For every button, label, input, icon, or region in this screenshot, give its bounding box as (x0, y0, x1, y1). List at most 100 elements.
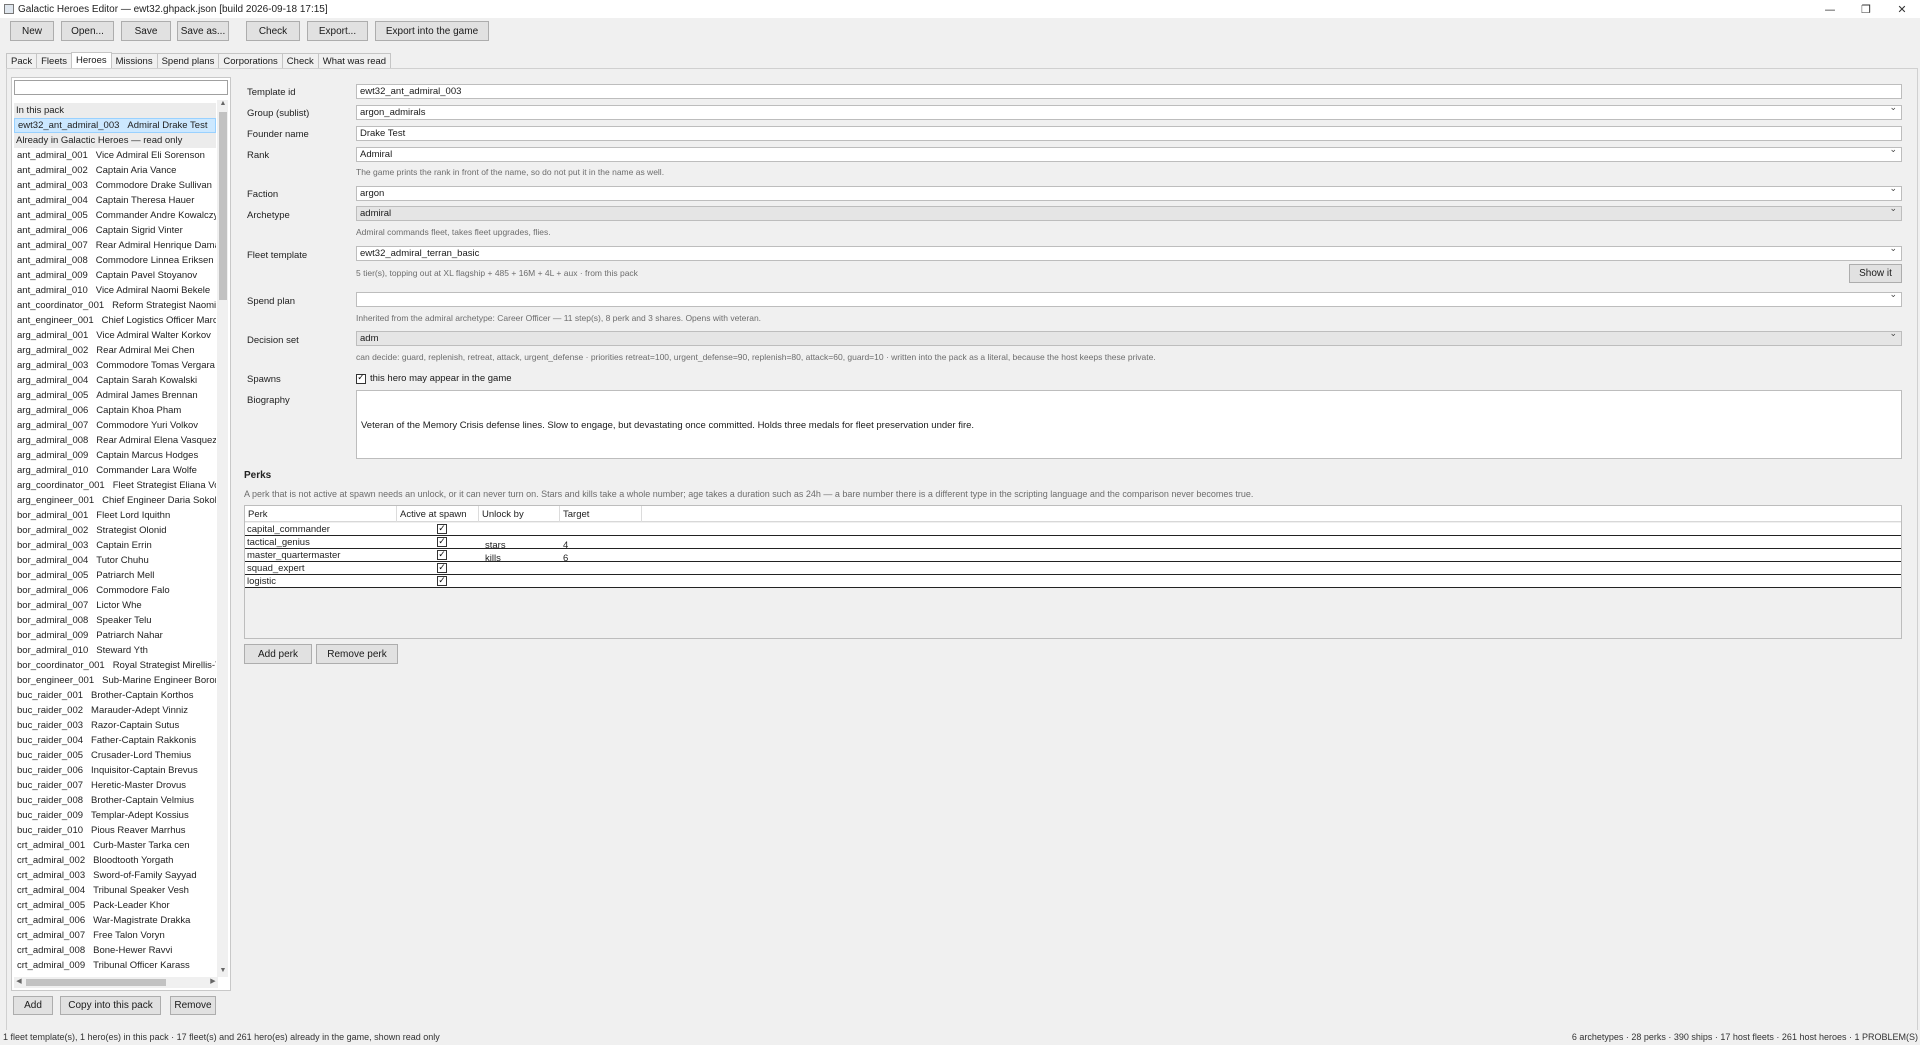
copy-into-pack-button[interactable]: Copy into this pack (60, 996, 161, 1015)
hero-list-item[interactable]: bor_coordinator_001 Royal Strategist Mire… (14, 658, 216, 673)
perk-active-checkbox[interactable]: ✓ (437, 524, 447, 534)
hero-list-item[interactable]: arg_admiral_001 Vice Admiral Walter Korko… (14, 328, 216, 343)
hero-list-item[interactable]: arg_admiral_005 Admiral James Brennan (14, 388, 216, 403)
perk-name-cell[interactable]: master_quartermaster (245, 549, 397, 561)
perk-active-checkbox[interactable]: ✓ (437, 563, 447, 573)
hero-list-item[interactable]: crt_admiral_007 Free Talon Voryn (14, 928, 216, 943)
tab-spend-plans[interactable]: Spend plans (156, 53, 220, 68)
tab-fleets[interactable]: Fleets (36, 53, 72, 68)
hero-list-item[interactable]: buc_raider_003 Razor-Captain Sutus (14, 718, 216, 733)
check-button[interactable]: Check (246, 21, 300, 41)
hero-list-item[interactable]: bor_admiral_004 Tutor Chuhu (14, 553, 216, 568)
spend-plan-select[interactable] (356, 290, 1902, 307)
minimize-button[interactable]: — (1812, 0, 1848, 18)
rank-select[interactable]: Admiral (356, 145, 1902, 162)
column-header-perk[interactable]: Perk (245, 506, 397, 522)
column-header-target[interactable]: Target (560, 506, 642, 522)
new-button[interactable]: New (10, 21, 54, 41)
hero-list-item[interactable]: bor_admiral_010 Steward Yth (14, 643, 216, 658)
archetype-select[interactable]: admiral (356, 204, 1902, 221)
perk-active-cell[interactable]: ✓ (435, 562, 455, 574)
hero-list-item[interactable]: arg_admiral_007 Commodore Yuri Volkov (14, 418, 216, 433)
template-id-field[interactable]: ewt32_ant_admiral_003 (356, 84, 1902, 99)
hero-list-item[interactable]: crt_admiral_009 Tribunal Officer Karass (14, 958, 216, 973)
hero-list-item[interactable]: buc_raider_010 Pious Reaver Marrhus (14, 823, 216, 838)
perk-target-cell[interactable] (560, 578, 642, 590)
hero-list-item[interactable]: buc_raider_001 Brother-Captain Korthos (14, 688, 216, 703)
hero-list-item[interactable]: ewt32_ant_admiral_003 Admiral Drake Test (14, 118, 216, 133)
hero-list-item[interactable]: arg_coordinator_001 Fleet Strategist Elia… (14, 478, 216, 493)
remove-perk-button[interactable]: Remove perk (316, 644, 398, 664)
hero-list-item[interactable]: crt_admiral_001 Curb-Master Tarka cen (14, 838, 216, 853)
perk-unlock-cell[interactable] (479, 578, 560, 590)
hero-list-item[interactable]: buc_raider_009 Templar-Adept Kossius (14, 808, 216, 823)
hero-list-item[interactable]: bor_admiral_003 Captain Errin (14, 538, 216, 553)
hero-list-item[interactable]: buc_raider_008 Brother-Captain Velmius (14, 793, 216, 808)
export-into-game-button[interactable]: Export into the game (375, 21, 489, 41)
scrollbar-thumb[interactable] (219, 112, 227, 300)
perks-table[interactable]: Perk Active at spawn Unlock by Target ca… (244, 505, 1902, 639)
hero-list-item[interactable]: bor_admiral_001 Fleet Lord Iquithn (14, 508, 216, 523)
hero-list-item[interactable]: bor_admiral_007 Lictor Whe (14, 598, 216, 613)
perk-name-cell[interactable]: capital_commander (245, 523, 397, 535)
scroll-up-icon[interactable]: ▲ (218, 100, 228, 110)
founder-name-field[interactable]: Drake Test (356, 126, 1902, 141)
column-header-unlock[interactable]: Unlock by (479, 506, 560, 522)
hero-list-item[interactable]: ant_admiral_004 Captain Theresa Hauer (14, 193, 216, 208)
maximize-button[interactable]: ❐ (1848, 0, 1884, 18)
hero-list-item[interactable]: ant_admiral_006 Captain Sigrid Vinter (14, 223, 216, 238)
spawns-checkbox-row[interactable]: ✓ this hero may appear in the game (356, 373, 512, 384)
perk-name-cell[interactable]: tactical_genius (245, 536, 397, 548)
hero-list-item[interactable]: crt_admiral_006 War-Magistrate Drakka (14, 913, 216, 928)
hero-list-item[interactable]: buc_raider_002 Marauder-Adept Vinniz (14, 703, 216, 718)
hero-list-item[interactable]: arg_admiral_008 Rear Admiral Elena Vasque… (14, 433, 216, 448)
hero-list-item[interactable]: crt_admiral_002 Bloodtooth Yorgath (14, 853, 216, 868)
hero-list-item[interactable]: ant_admiral_003 Commodore Drake Sullivan (14, 178, 216, 193)
hero-list-item[interactable]: ant_admiral_005 Commander Andre Kowalczyk (14, 208, 216, 223)
add-perk-button[interactable]: Add perk (244, 644, 312, 664)
perk-row[interactable]: master_quartermaster ✓ kills 6 (245, 549, 1901, 564)
tab-corporations[interactable]: Corporations (218, 53, 283, 68)
hero-list-item[interactable]: arg_admiral_009 Captain Marcus Hodges (14, 448, 216, 463)
perk-active-cell[interactable]: ✓ (435, 549, 455, 561)
perk-name-cell[interactable]: logistic (245, 575, 397, 587)
hero-list-item[interactable]: ant_admiral_007 Rear Admiral Henrique Dam… (14, 238, 216, 253)
perk-row[interactable]: squad_expert ✓ (245, 562, 1901, 575)
hero-list-item[interactable]: arg_admiral_003 Commodore Tomas Vergara (14, 358, 216, 373)
perk-active-checkbox[interactable]: ✓ (437, 537, 447, 547)
perk-row[interactable]: logistic ✓ (245, 575, 1901, 588)
hero-list-vertical-scrollbar[interactable]: ▲ ▼ (217, 100, 228, 977)
hero-list-item[interactable]: bor_admiral_002 Strategist Olonid (14, 523, 216, 538)
scroll-down-icon[interactable]: ▼ (218, 967, 228, 977)
hero-list-item[interactable]: ant_admiral_002 Captain Aria Vance (14, 163, 216, 178)
tab-heroes[interactable]: Heroes (71, 52, 112, 68)
hero-list-item[interactable]: crt_admiral_008 Bone-Hewer Ravvi (14, 943, 216, 958)
faction-select[interactable]: argon (356, 184, 1902, 201)
hero-list[interactable]: In this pack ewt32_ant_admiral_003 Admira… (14, 101, 216, 975)
perk-active-cell[interactable]: ✓ (435, 536, 455, 548)
hero-list-item[interactable]: bor_admiral_006 Commodore Falo (14, 583, 216, 598)
close-button[interactable]: ✕ (1884, 0, 1920, 18)
tab-missions[interactable]: Missions (110, 53, 158, 68)
hero-list-item[interactable]: ant_engineer_001 Chief Logistics Officer … (14, 313, 216, 328)
hero-list-item[interactable]: ant_admiral_010 Vice Admiral Naomi Bekele (14, 283, 216, 298)
hero-search-input[interactable] (14, 80, 228, 95)
hero-list-item[interactable]: crt_admiral_004 Tribunal Speaker Vesh (14, 883, 216, 898)
export-button[interactable]: Export... (307, 21, 368, 41)
tab-check[interactable]: Check (281, 53, 319, 68)
remove-hero-button[interactable]: Remove (170, 996, 216, 1015)
perk-active-checkbox[interactable]: ✓ (437, 550, 447, 560)
hero-list-item[interactable]: crt_admiral_005 Pack-Leader Khor (14, 898, 216, 913)
perk-active-cell[interactable]: ✓ (435, 523, 455, 535)
hero-list-item[interactable]: bor_admiral_009 Patriarch Nahar (14, 628, 216, 643)
hero-list-item[interactable]: buc_raider_007 Heretic-Master Drovus (14, 778, 216, 793)
group-select[interactable]: argon_admirals (356, 103, 1902, 120)
show-fleet-template-button[interactable]: Show it (1849, 264, 1902, 283)
decision-set-select[interactable]: adm (356, 329, 1902, 346)
perk-row[interactable]: capital_commander ✓ (245, 523, 1901, 536)
hero-list-item[interactable]: buc_raider_005 Crusader-Lord Themius (14, 748, 216, 763)
hero-list-item[interactable]: buc_raider_004 Father-Captain Rakkonis (14, 733, 216, 748)
tab-what-was-read[interactable]: What was read (317, 53, 392, 68)
hero-list-item[interactable]: arg_admiral_004 Captain Sarah Kowalski (14, 373, 216, 388)
add-hero-button[interactable]: Add (13, 996, 53, 1015)
